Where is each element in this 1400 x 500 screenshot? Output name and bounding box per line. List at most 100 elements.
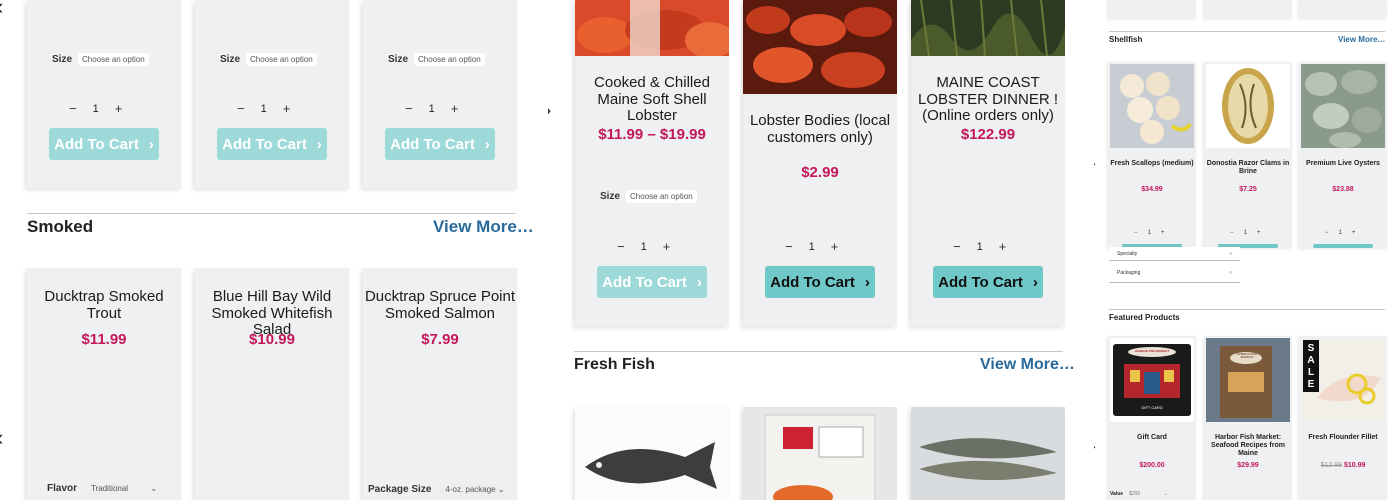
product-card: Size Choose an option − 1 + Add To Cart › (363, 0, 517, 188)
minus-icon[interactable]: − (405, 101, 413, 116)
quantity-value[interactable]: 1 (641, 241, 647, 253)
product-image-packaged-fish[interactable] (743, 407, 897, 500)
plus-icon[interactable]: + (115, 101, 123, 116)
carousel-prev-icon[interactable]: ‹ (0, 0, 3, 20)
size-select[interactable]: Choose an option (414, 53, 485, 66)
product-name[interactable]: Ducktrap Spruce Point Smoked Salmon (363, 288, 517, 322)
view-more-link[interactable]: View More… (1338, 35, 1385, 44)
product-card: Lobster Bodies (local customers only) $2… (743, 0, 897, 326)
add-to-cart-button[interactable]: Add To Cart › (765, 266, 875, 298)
add-to-cart-button[interactable] (1313, 244, 1373, 248)
size-label: Size (220, 54, 241, 65)
quantity-stepper: − 1 + (237, 101, 290, 116)
product-image-razor-clams[interactable] (1206, 64, 1290, 148)
plus-icon[interactable]: + (831, 239, 839, 254)
add-to-cart-button[interactable]: Add To Cart › (385, 128, 495, 160)
product-price: $2.99 (801, 164, 839, 181)
product-card (743, 407, 897, 500)
package-size-select[interactable]: 4-oz. package ⌄ (439, 483, 511, 496)
add-to-cart-button[interactable]: Add To Cart › (217, 128, 327, 160)
product-name[interactable]: Cooked & Chilled Maine Soft Shell Lobste… (575, 74, 729, 125)
product-image-trout[interactable] (911, 407, 1065, 500)
flavor-select[interactable]: Traditional ⌄ (85, 482, 164, 495)
minus-icon[interactable]: − (237, 101, 245, 116)
add-to-cart-button[interactable]: Add To Cart › (597, 266, 707, 298)
section-title: Smoked (27, 217, 94, 236)
quantity-value[interactable]: 1 (429, 103, 435, 115)
product-name[interactable]: Lobster Bodies (local customers only) (743, 112, 897, 146)
quantity-stepper: − 1 + (953, 239, 1006, 254)
chevron-right-icon: › (316, 135, 322, 153)
product-name[interactable]: Donostia Razor Clams in Brine (1204, 160, 1292, 176)
minus-icon[interactable]: − (785, 239, 793, 254)
view-more-link[interactable]: View More… (980, 356, 1075, 374)
view-more-link[interactable]: View More… (433, 217, 534, 237)
plus-icon[interactable]: + (1257, 230, 1261, 236)
product-image-fish[interactable] (575, 407, 729, 500)
minus-icon[interactable]: − (617, 239, 625, 254)
size-option: Size Choose an option (600, 190, 697, 203)
minus-icon[interactable]: − (1230, 230, 1234, 236)
size-select[interactable]: Choose an option (626, 190, 697, 203)
size-select[interactable]: Choose an option (246, 53, 317, 66)
section-divider (1109, 309, 1385, 310)
minus-icon[interactable]: − (1134, 230, 1138, 236)
plus-icon[interactable]: + (1161, 230, 1165, 236)
quantity-value[interactable]: 1 (93, 103, 99, 115)
plus-icon[interactable]: + (999, 239, 1007, 254)
quantity-value[interactable]: 1 (977, 241, 983, 253)
quantity-value[interactable]: 1 (1148, 230, 1151, 236)
size-option: Size Choose an option (52, 53, 149, 66)
minus-icon[interactable]: − (953, 239, 961, 254)
plus-icon[interactable]: + (451, 101, 459, 116)
quantity-value[interactable]: 1 (1339, 230, 1342, 236)
section-title: Shellfish (1109, 35, 1143, 44)
carousel-prev-icon[interactable]: › (1094, 155, 1096, 171)
product-name[interactable]: Fresh Flounder Fillet (1299, 434, 1387, 442)
product-image-gift-card[interactable]: HARBOR FISH MARKET GIFT CARD (1110, 338, 1194, 422)
carousel-prev-icon[interactable]: › (1094, 438, 1096, 454)
add-to-cart-button[interactable]: Add To Cart › (49, 128, 159, 160)
quantity-value[interactable]: 1 (1244, 230, 1247, 236)
quantity-value[interactable]: 1 (809, 241, 815, 253)
product-name[interactable]: MAINE COAST LOBSTER DINNER ! (Online ord… (911, 74, 1065, 125)
product-price: $10.99 (249, 331, 295, 348)
product-image-lobster-bodies[interactable] (743, 0, 897, 94)
product-card: Ducktrap Smoked Trout $11.99 Flavor Trad… (27, 268, 181, 500)
plus-icon[interactable]: + (283, 101, 291, 116)
product-name[interactable]: Harbor Fish Market: Seafood Recipes from… (1206, 434, 1290, 458)
chevron-right-icon: › (1032, 273, 1038, 291)
plus-icon[interactable]: + (663, 239, 671, 254)
quantity-value[interactable]: 1 (261, 103, 267, 115)
price-row: $12.99 $10.99 (1299, 462, 1387, 469)
add-to-cart-button[interactable]: Add To Cart › (933, 266, 1043, 298)
product-name[interactable]: Gift Card (1108, 434, 1196, 442)
product-card: Size Choose an option − 1 + Add To Cart › (195, 0, 349, 188)
product-name[interactable]: Fresh Scallops (medium) (1110, 160, 1194, 168)
filter-option-packaging[interactable]: Packaging ○ (1109, 263, 1240, 283)
quantity-stepper: − 1 + (785, 239, 838, 254)
product-image-oysters[interactable] (1301, 64, 1385, 148)
product-image-lobster[interactable] (575, 0, 729, 56)
carousel-prev-icon[interactable]: ‹ (0, 425, 3, 451)
carousel-prev-icon[interactable]: › (548, 97, 551, 123)
size-label: Size (52, 54, 73, 65)
package-size-value: 4-oz. package (445, 485, 496, 494)
minus-icon[interactable]: − (1325, 230, 1329, 236)
panel-shellfish-featured: › › Shellfish View More… Fresh Scallops … (1094, 0, 1400, 500)
product-image-lobster-dinner[interactable] (911, 0, 1065, 56)
product-name[interactable]: Premium Live Oysters (1299, 160, 1387, 168)
product-image-scallops[interactable] (1110, 64, 1194, 148)
product-image-cookbook[interactable]: HARBOR FISH MARKET (1206, 338, 1290, 422)
product-card (1299, 0, 1387, 18)
minus-icon[interactable]: − (69, 101, 77, 116)
product-card: HARBOR FISH MARKET Harbor Fish Market: S… (1204, 336, 1292, 500)
quantity-stepper: − 1 + (617, 239, 670, 254)
product-image-flounder[interactable]: SALE (1301, 338, 1385, 422)
plus-icon[interactable]: + (1352, 230, 1356, 236)
filter-option-specialty[interactable]: Specialty ○ (1109, 247, 1240, 261)
size-select[interactable]: Choose an option (78, 53, 149, 66)
value-select[interactable]: $200 ⌄ (1129, 491, 1168, 497)
value-option: Value $200 ⌄ (1110, 491, 1168, 497)
product-name[interactable]: Ducktrap Smoked Trout (27, 288, 181, 322)
